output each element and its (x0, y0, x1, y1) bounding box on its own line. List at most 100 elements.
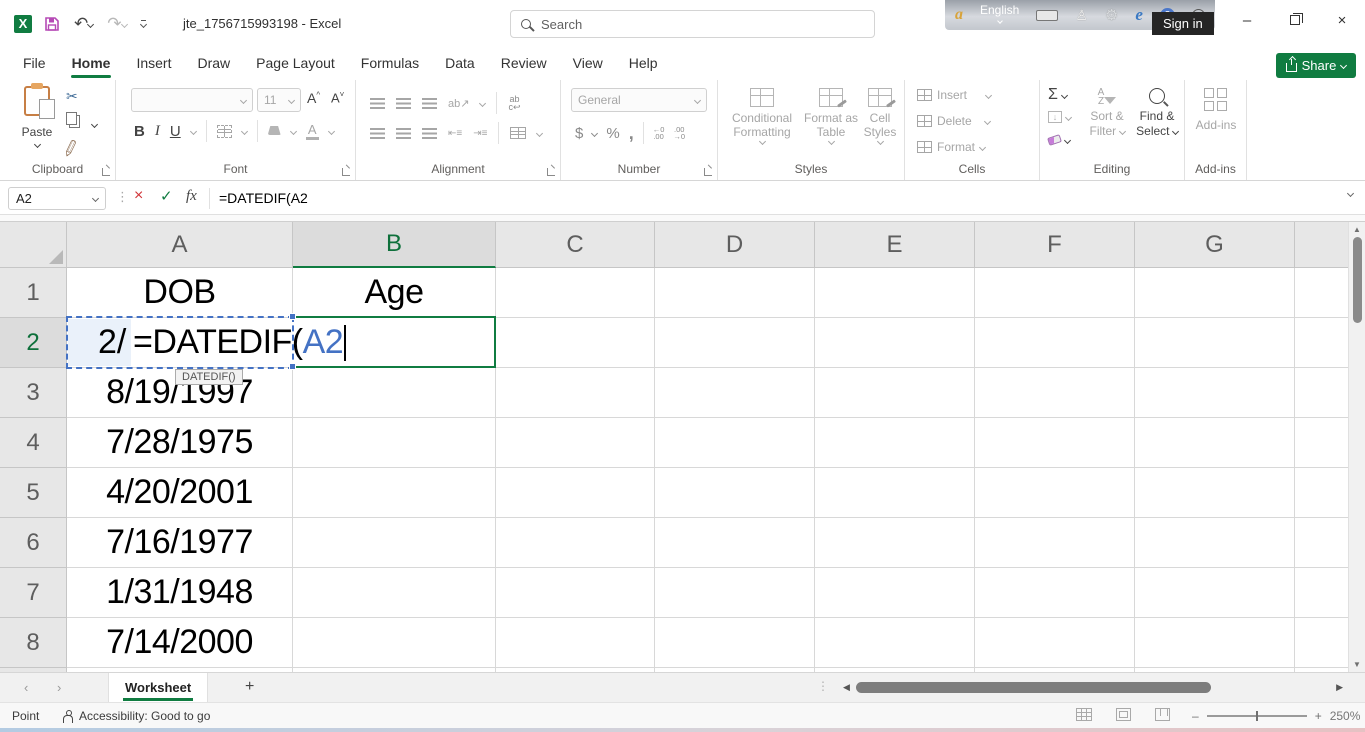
middle-align-button[interactable] (396, 98, 411, 109)
cell[interactable] (1295, 418, 1348, 468)
row-header-7[interactable]: 7 (0, 568, 67, 618)
percent-style-button[interactable]: % (606, 125, 619, 142)
font-name-combo[interactable] (131, 88, 253, 112)
expand-formula-bar-button[interactable] (1347, 190, 1354, 197)
function-tooltip[interactable]: DATEDIF() (175, 369, 243, 385)
font-size-combo[interactable]: 11 (257, 88, 301, 112)
cell[interactable] (496, 468, 655, 518)
cell[interactable] (1135, 618, 1295, 668)
chevron-down-icon[interactable] (591, 129, 598, 136)
cell[interactable] (1135, 468, 1295, 518)
column-header-f[interactable]: F (975, 222, 1135, 268)
increase-indent-button[interactable]: ⇥≡ (473, 128, 487, 139)
number-dialog-launcher[interactable] (704, 168, 712, 176)
row-header-8[interactable]: 8 (0, 618, 67, 668)
cell[interactable] (1295, 368, 1348, 418)
zoom-slider-thumb[interactable] (1256, 711, 1258, 721)
cell[interactable] (496, 618, 655, 668)
decrease-indent-button[interactable]: ⇤≡ (448, 128, 462, 139)
cell[interactable] (496, 318, 655, 368)
row-header-5[interactable]: 5 (0, 468, 67, 518)
language-selector[interactable]: English (980, 5, 1019, 25)
accounting-format-button[interactable]: $ (575, 125, 583, 142)
zoom-level[interactable]: 250% (1330, 709, 1361, 723)
selection-handle[interactable] (289, 313, 296, 320)
undo-button[interactable]: ↶ (74, 15, 93, 34)
customize-qat-button[interactable] (141, 20, 146, 28)
minimize-button[interactable]: – (1224, 0, 1270, 40)
ime-figure-icon[interactable]: ♙ (1075, 7, 1088, 24)
italic-button[interactable]: I (155, 123, 160, 140)
cell[interactable] (496, 568, 655, 618)
copy-button[interactable] (66, 112, 77, 125)
format-as-table-button[interactable]: Format as Table (800, 88, 862, 144)
tab-home[interactable]: Home (59, 48, 124, 80)
formula-bar-grip[interactable]: ⋮ (116, 189, 129, 205)
enter-button[interactable]: ✓ (160, 187, 173, 205)
cell[interactable] (1295, 318, 1348, 368)
column-header-partial[interactable] (1295, 222, 1348, 268)
cell[interactable] (975, 268, 1135, 318)
chevron-down-icon[interactable] (87, 21, 94, 28)
tab-draw[interactable]: Draw (184, 48, 243, 80)
excel-logo-icon[interactable]: X (14, 15, 32, 33)
orientation-button[interactable]: ab↗ (448, 97, 469, 110)
cancel-button[interactable]: × (134, 187, 143, 205)
row-header-6[interactable]: 6 (0, 518, 67, 568)
cell[interactable] (815, 368, 975, 418)
chevron-down-icon[interactable] (290, 127, 297, 134)
cell[interactable] (815, 618, 975, 668)
bottom-align-button[interactable] (422, 98, 437, 109)
vertical-scrollbar[interactable]: ▲ ▼ (1348, 222, 1365, 672)
insert-cells-button[interactable]: Insert (917, 88, 991, 102)
cell[interactable] (1295, 268, 1348, 318)
row-header-1[interactable]: 1 (0, 268, 67, 318)
cell[interactable] (655, 368, 815, 418)
share-button[interactable]: Share (1276, 53, 1356, 78)
new-sheet-button[interactable]: + (245, 678, 254, 696)
conditional-formatting-button[interactable]: Conditional Formatting (726, 88, 798, 144)
paste-button[interactable]: Paste (14, 86, 60, 160)
cell-a7[interactable]: 1/31/1948 (67, 568, 293, 618)
language-script-icon[interactable]: ɑ (955, 6, 963, 24)
cell[interactable] (975, 418, 1135, 468)
chevron-down-icon[interactable] (190, 127, 197, 134)
cell[interactable] (293, 418, 496, 468)
cell-styles-button[interactable]: Cell Styles (858, 88, 902, 144)
cell-b1[interactable]: Age (293, 268, 496, 318)
cell-a5[interactable]: 4/20/2001 (67, 468, 293, 518)
column-header-e[interactable]: E (815, 222, 975, 268)
prev-sheet-button[interactable]: ‹ (24, 680, 28, 695)
cell[interactable] (975, 318, 1135, 368)
cell[interactable] (815, 518, 975, 568)
cell[interactable] (815, 468, 975, 518)
tab-formulas[interactable]: Formulas (348, 48, 432, 80)
clear-button[interactable] (1048, 136, 1070, 144)
cell[interactable] (655, 418, 815, 468)
cell-a8[interactable]: 7/14/2000 (67, 618, 293, 668)
top-align-button[interactable] (370, 98, 385, 109)
align-right-button[interactable] (422, 128, 437, 139)
sort-filter-button[interactable]: AZ Sort & Filter (1086, 88, 1128, 139)
cell[interactable] (975, 368, 1135, 418)
chevron-down-icon[interactable] (536, 129, 543, 136)
column-header-c[interactable]: C (496, 222, 655, 268)
cell-a6[interactable]: 7/16/1977 (67, 518, 293, 568)
tab-page-layout[interactable]: Page Layout (243, 48, 348, 80)
tab-review[interactable]: Review (488, 48, 560, 80)
cell[interactable] (975, 568, 1135, 618)
row-header-3[interactable]: 3 (0, 368, 67, 418)
page-layout-view-button[interactable] (1116, 708, 1131, 721)
cell[interactable] (655, 518, 815, 568)
increase-font-size-button[interactable]: A^ (307, 90, 320, 106)
cell-a4[interactable]: 7/28/1975 (67, 418, 293, 468)
select-all-button[interactable] (0, 222, 67, 268)
close-button[interactable]: × (1319, 0, 1365, 40)
cell[interactable] (293, 468, 496, 518)
scrollbar-resize-grip[interactable]: ⋮ (817, 679, 829, 693)
bold-button[interactable]: B (134, 123, 145, 140)
zoom-slider[interactable] (1207, 715, 1307, 717)
cell-a1[interactable]: DOB (67, 268, 293, 318)
cell[interactable] (655, 268, 815, 318)
cell[interactable] (1135, 518, 1295, 568)
